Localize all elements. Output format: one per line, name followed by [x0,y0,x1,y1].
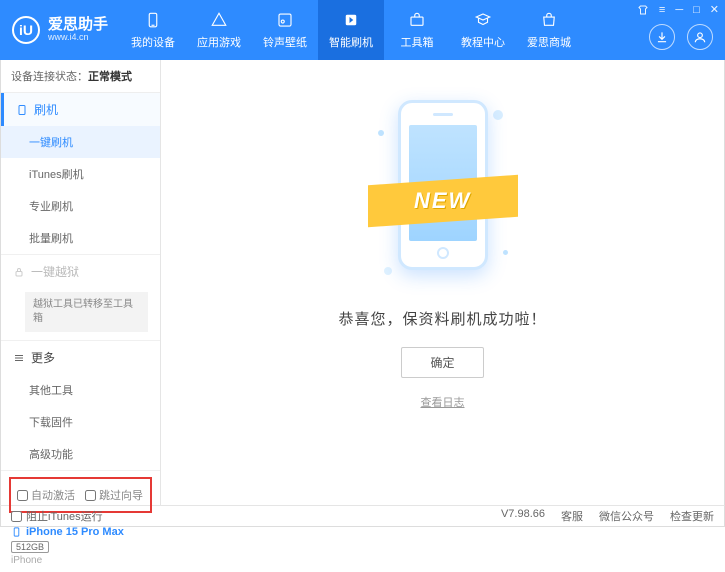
main-content: NEW 恭喜您，保资料刷机成功啦！ 确定 查看日志 [161,60,724,505]
sidebar-flash-header[interactable]: 刷机 [1,93,160,126]
logo-area: iU 爱思助手 www.i4.cn [0,16,120,44]
sidebar-item-oneclick-flash[interactable]: 一键刷机 [1,126,160,158]
sidebar-jailbreak-header: 一键越狱 [1,255,160,288]
nav-apps-games[interactable]: 应用游戏 [186,0,252,60]
toolbox-icon [407,10,427,30]
block-itunes-checkbox[interactable]: 阻止iTunes运行 [11,508,103,524]
sidebar: 设备连接状态：正常模式 刷机 一键刷机 iTunes刷机 专业刷机 批量刷机 一… [1,60,161,505]
sidebar-item-other-tools[interactable]: 其他工具 [1,374,160,406]
download-button[interactable] [649,24,675,50]
user-button[interactable] [687,24,713,50]
skip-guide-checkbox[interactable]: 跳过向导 [85,487,143,503]
device-name[interactable]: iPhone 15 Pro Max [11,525,150,539]
store-icon [539,10,559,30]
app-header: iU 爱思助手 www.i4.cn 我的设备 应用游戏 铃声壁纸 智能刷机 工具… [0,0,725,60]
sidebar-item-pro-flash[interactable]: 专业刷机 [1,190,160,222]
device-type: iPhone [11,555,150,566]
window-controls: ≡ ─ □ ✕ [637,3,719,16]
footer-support[interactable]: 客服 [561,508,583,524]
success-message: 恭喜您，保资料刷机成功啦！ [338,308,546,329]
menu-icon[interactable]: ≡ [659,4,665,16]
tutorial-icon [473,10,493,30]
nav-tutorials[interactable]: 教程中心 [450,0,516,60]
more-icon [13,352,25,364]
nav-ringtone-wallpaper[interactable]: 铃声壁纸 [252,0,318,60]
confirm-button[interactable]: 确定 [401,347,483,378]
sidebar-item-advanced[interactable]: 高级功能 [1,438,160,470]
view-log-link[interactable]: 查看日志 [421,394,465,410]
flash-header-icon [16,104,28,116]
phone-illustration: NEW [378,90,508,290]
minimize-icon[interactable]: ─ [675,4,683,16]
lock-icon [13,266,25,278]
footer-wechat[interactable]: 微信公众号 [599,508,654,524]
sidebar-item-download-firmware[interactable]: 下载固件 [1,406,160,438]
app-title: 爱思助手 [48,17,108,34]
phone-icon [11,525,22,539]
top-nav: 我的设备 应用游戏 铃声壁纸 智能刷机 工具箱 教程中心 爱思商城 [120,0,582,60]
maximize-icon[interactable]: □ [693,4,700,16]
app-url: www.i4.cn [48,33,108,43]
auto-activate-checkbox[interactable]: 自动激活 [17,487,75,503]
sidebar-item-itunes-flash[interactable]: iTunes刷机 [1,158,160,190]
logo-icon: iU [12,16,40,44]
skin-icon[interactable] [637,4,649,16]
device-icon [143,10,163,30]
device-status: 设备连接状态：正常模式 [1,60,160,93]
sidebar-more-header[interactable]: 更多 [1,341,160,374]
version-label: V7.98.66 [501,508,545,524]
sidebar-item-batch-flash[interactable]: 批量刷机 [1,222,160,254]
nav-store[interactable]: 爱思商城 [516,0,582,60]
footer-check-update[interactable]: 检查更新 [670,508,714,524]
nav-my-device[interactable]: 我的设备 [120,0,186,60]
ringtone-icon [275,10,295,30]
apps-icon [209,10,229,30]
nav-smart-flash[interactable]: 智能刷机 [318,0,384,60]
storage-badge: 512GB [11,541,49,553]
flash-icon [341,10,361,30]
nav-toolbox[interactable]: 工具箱 [384,0,450,60]
close-icon[interactable]: ✕ [710,3,719,16]
sidebar-jailbreak-note: 越狱工具已转移至工具箱 [25,292,148,332]
